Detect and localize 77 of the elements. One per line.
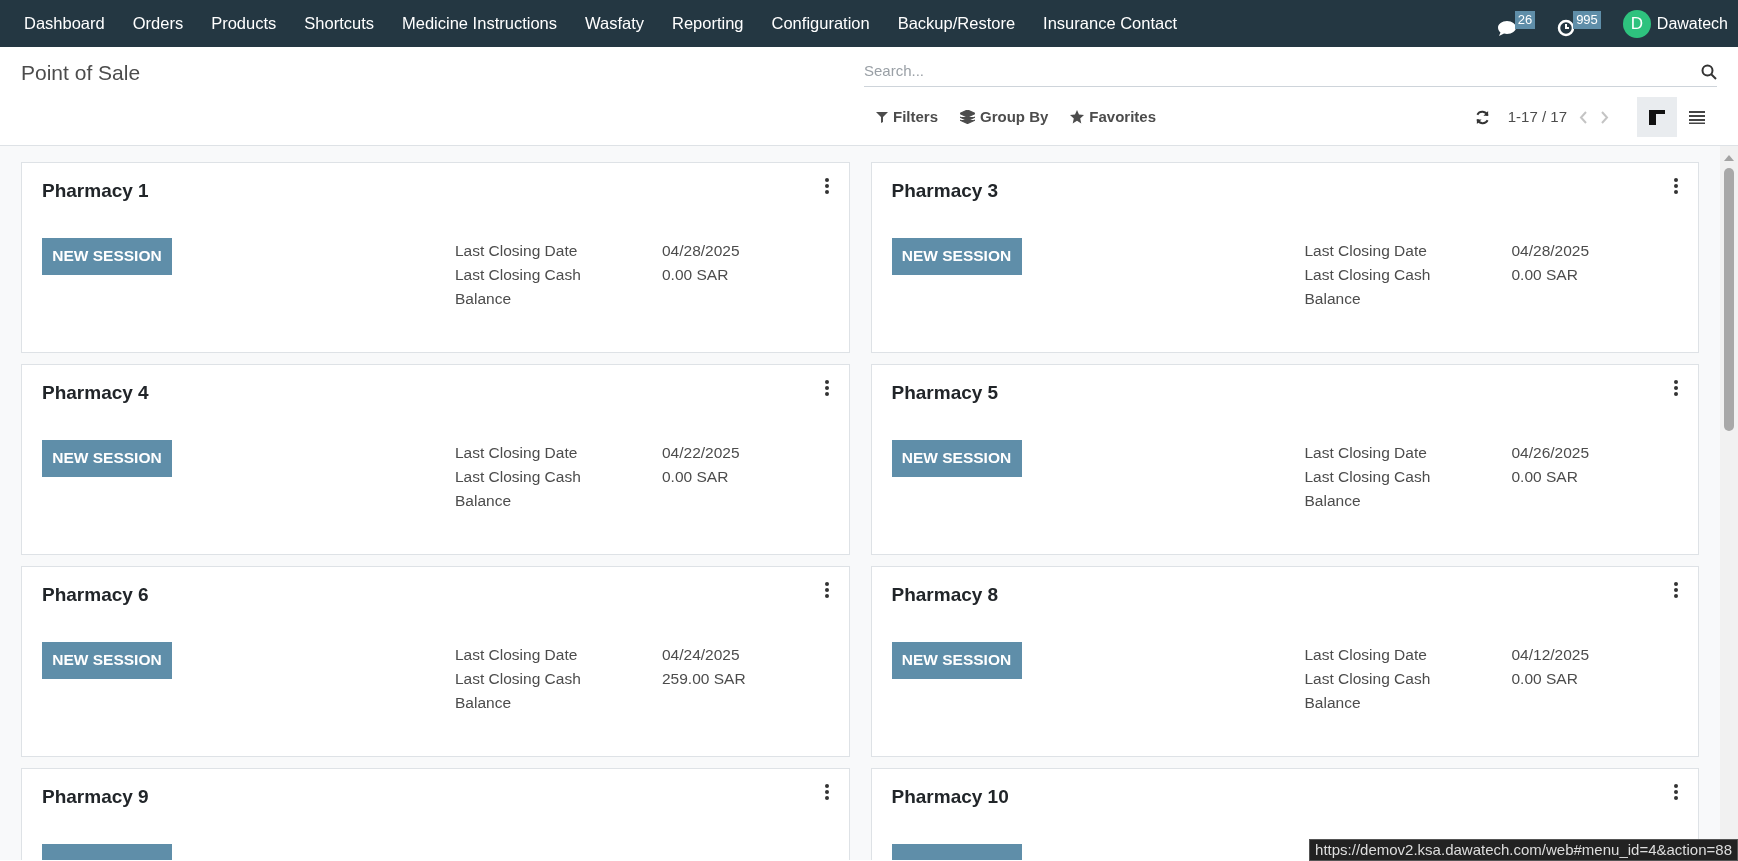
detail-value: 0.00 SAR [662, 466, 730, 487]
clock-icon[interactable] [1557, 18, 1576, 37]
detail-label: Last Closing Cash Balance [455, 264, 582, 309]
kebab-menu-icon[interactable] [824, 582, 829, 598]
detail-value: 0.00 SAR [1511, 264, 1579, 285]
chat-icon[interactable] [1496, 18, 1517, 37]
scrollbar-thumb[interactable] [1724, 168, 1734, 431]
new-session-button[interactable]: NEW SESSION [42, 439, 172, 477]
detail-value: 0.00 SAR [1511, 466, 1579, 487]
new-session-button[interactable]: NEW SESSION [42, 237, 172, 275]
detail-value: 0.00 SAR [1511, 668, 1579, 689]
detail-label: Last Closing Date [1304, 442, 1428, 463]
card-title: Pharmacy 6 [42, 583, 149, 607]
menu-item[interactable]: Dashboard [10, 11, 119, 36]
star-icon [1070, 110, 1085, 124]
menu-item[interactable]: Configuration [757, 11, 884, 36]
favorites-button[interactable]: Favorites [1070, 105, 1157, 129]
card-title: Pharmacy 10 [891, 785, 1009, 809]
menu-item[interactable]: Shortcuts [290, 11, 388, 36]
detail-value: 04/26/2025 [1511, 442, 1591, 463]
new-session-button[interactable]: NEW SESSION [891, 237, 1022, 275]
refresh-icon[interactable] [1474, 109, 1490, 125]
detail-value: 04/28/2025 [1511, 240, 1591, 261]
group-by-button[interactable]: Group By [960, 105, 1049, 129]
detail-value: 04/28/2025 [662, 240, 741, 261]
new-session-button[interactable]: NEW SESSION [891, 641, 1022, 679]
detail-value: 04/12/2025 [1511, 644, 1591, 665]
kebab-menu-icon[interactable] [824, 784, 829, 800]
menu-item[interactable]: Orders [118, 11, 198, 36]
status-url-tooltip: https://demov2.ksa.dawatech.com/web#menu_id=4&action=88 [1309, 839, 1738, 861]
detail-label: Last Closing Date [1304, 240, 1428, 261]
card-title: Pharmacy 1 [42, 179, 149, 203]
kebab-menu-icon[interactable] [824, 380, 829, 396]
page-title: Point of Sale [21, 61, 141, 84]
detail-label: Last Closing Date [455, 644, 579, 665]
kebab-menu-icon[interactable] [1674, 178, 1678, 194]
kebab-menu-icon[interactable] [824, 178, 829, 194]
menu-item[interactable]: Products [197, 11, 291, 36]
menu-item[interactable]: Wasfaty [571, 11, 658, 36]
new-session-button[interactable]: NEW SESSION [891, 439, 1022, 477]
kebab-menu-icon[interactable] [1674, 582, 1678, 598]
pager-text: 1-17 / 17 [1507, 106, 1567, 127]
detail-label: Last Closing Cash Balance [455, 466, 582, 511]
card-title: Pharmacy 3 [891, 179, 999, 203]
search-field[interactable]: Search... [864, 60, 1701, 83]
layers-icon [960, 110, 975, 124]
kanban-icon [1649, 109, 1665, 125]
detail-label: Last Closing Cash Balance [1304, 668, 1432, 713]
detail-label: Last Closing Cash Balance [1304, 466, 1432, 511]
kebab-menu-icon[interactable] [1674, 784, 1678, 800]
menu-item[interactable]: Insurance Contact [1029, 11, 1191, 36]
menu-item[interactable]: Medicine Instructions [388, 11, 571, 36]
detail-value: 04/24/2025 [662, 644, 741, 665]
detail-label: Last Closing Date [455, 240, 579, 261]
menu-item[interactable]: Backup/Restore [883, 11, 1030, 36]
message-count-badge: 26 [1514, 10, 1536, 29]
user-name[interactable]: Dawatech [1656, 11, 1728, 36]
kanban-view-button[interactable] [1637, 97, 1677, 137]
card-title: Pharmacy 9 [42, 785, 149, 809]
detail-label: Last Closing Date [455, 442, 579, 463]
new-session-button[interactable]: NEW SESSION [42, 641, 172, 679]
filters-button[interactable]: Filters [876, 105, 938, 129]
detail-label: Last Closing Cash Balance [455, 668, 582, 713]
detail-value: 259.00 SAR [662, 668, 747, 689]
detail-label: Last Closing Cash Balance [1304, 264, 1432, 309]
filter-icon [876, 111, 888, 123]
card-title: Pharmacy 4 [42, 381, 149, 405]
card-title: Pharmacy 5 [891, 381, 999, 405]
detail-label: Last Closing Date [1304, 644, 1428, 665]
detail-value: 04/22/2025 [662, 442, 741, 463]
list-icon [1689, 110, 1705, 124]
activity-count-badge: 995 [1573, 10, 1601, 29]
card-title: Pharmacy 8 [891, 583, 999, 607]
detail-value: 0.00 SAR [662, 264, 730, 285]
search-icon[interactable] [1701, 63, 1717, 80]
menu-item[interactable]: Reporting [658, 11, 758, 36]
kebab-menu-icon[interactable] [1674, 380, 1678, 396]
